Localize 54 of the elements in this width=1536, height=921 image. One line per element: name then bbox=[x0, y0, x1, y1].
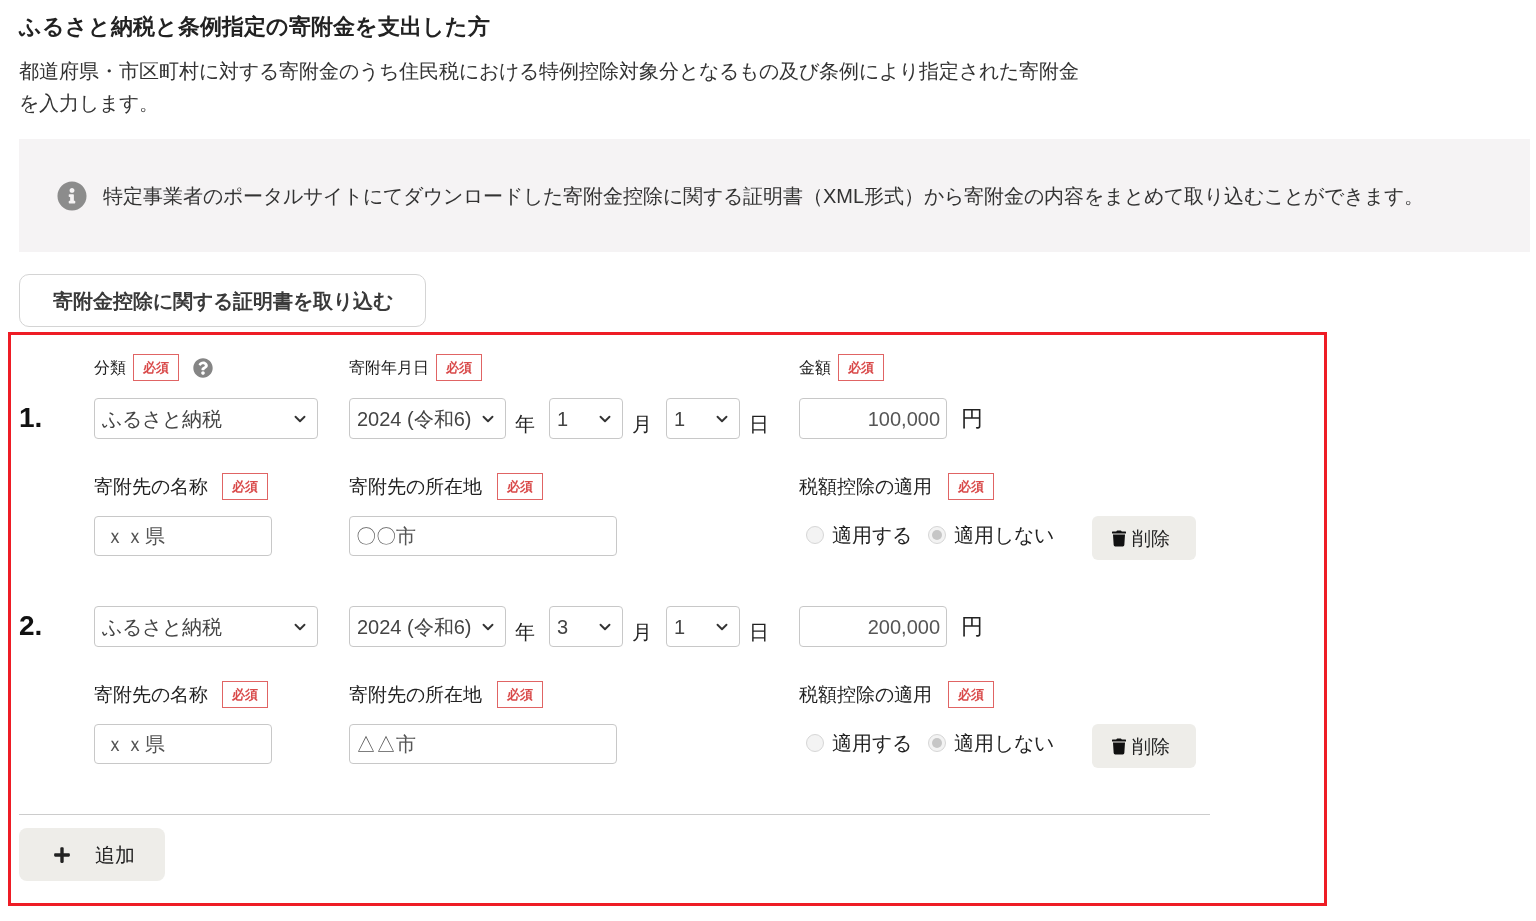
required-badge: 必須 bbox=[838, 354, 884, 381]
required-badge: 必須 bbox=[222, 473, 268, 500]
plus-icon bbox=[53, 845, 71, 864]
day-select[interactable]: 1 bbox=[666, 606, 740, 647]
unit-label: 月 bbox=[632, 619, 652, 642]
required-badge: 必須 bbox=[948, 473, 994, 500]
required-badge: 必須 bbox=[948, 681, 994, 708]
field-label: 寄附先の所在地 bbox=[349, 477, 482, 496]
required-badge: 必須 bbox=[133, 354, 179, 381]
help-icon[interactable] bbox=[193, 357, 213, 378]
trash-icon bbox=[1112, 529, 1126, 547]
add-button[interactable]: 追加 bbox=[19, 828, 165, 881]
unit-label: 年 bbox=[515, 411, 535, 434]
delete-button[interactable]: 削除 bbox=[1092, 724, 1196, 768]
month-select[interactable]: 1 bbox=[549, 398, 623, 439]
required-badge: 必須 bbox=[497, 473, 543, 500]
category-select[interactable]: ふるさと納税 bbox=[94, 398, 318, 439]
column-label: 金額 bbox=[799, 359, 831, 376]
delete-button[interactable]: 削除 bbox=[1092, 516, 1196, 560]
required-badge: 必須 bbox=[222, 681, 268, 708]
unit-label: 日 bbox=[749, 619, 769, 642]
field-label: 寄附先の所在地 bbox=[349, 685, 482, 704]
required-badge: 必須 bbox=[497, 681, 543, 708]
column-label: 分類 bbox=[94, 359, 126, 376]
required-badge: 必須 bbox=[436, 354, 482, 381]
page-heading: ふるさと納税と条例指定の寄附金を支出した方 bbox=[19, 13, 491, 41]
info-icon bbox=[57, 180, 87, 211]
unit-label: 年 bbox=[515, 619, 535, 642]
currency-label: 円 bbox=[961, 615, 983, 638]
category-select[interactable]: ふるさと納税 bbox=[94, 606, 318, 647]
currency-label: 円 bbox=[961, 407, 983, 430]
location-input[interactable]: 〇〇市 bbox=[349, 516, 617, 556]
amount-input[interactable]: 100,000 bbox=[799, 398, 947, 439]
trash-icon bbox=[1112, 737, 1126, 755]
field-label: 寄附先の名称 bbox=[94, 477, 208, 496]
unit-label: 月 bbox=[632, 411, 652, 434]
description-text: 都道府県・市区町村に対する寄附金のうち住民税における特例控除対象分となるもの及び条例により指定された寄附金を入力します。 bbox=[19, 59, 1080, 116]
day-select[interactable]: 1 bbox=[666, 398, 740, 439]
import-button[interactable]: 寄附金控除に関する証明書を取り込む bbox=[19, 274, 426, 327]
column-label: 寄附年月日 bbox=[349, 359, 429, 376]
amount-input[interactable]: 200,000 bbox=[799, 606, 947, 647]
field-label: 寄附先の名称 bbox=[94, 685, 208, 704]
record-number: 1. bbox=[19, 401, 43, 433]
info-text: 特定事業者のポータルサイトにてダウンロードした寄附金控除に関する証明書（XML形式）から寄附金の内容をまとめて取り込むことができます。 bbox=[103, 185, 1425, 206]
record-number: 2. bbox=[19, 609, 43, 641]
field-label: 税額控除の適用 bbox=[799, 477, 932, 496]
month-select[interactable]: 3 bbox=[549, 606, 623, 647]
unit-label: 日 bbox=[749, 411, 769, 434]
name-input[interactable]: ｘｘ県 bbox=[94, 724, 272, 764]
field-label: 税額控除の適用 bbox=[799, 685, 932, 704]
location-input[interactable]: △△市 bbox=[349, 724, 617, 764]
name-input[interactable]: ｘｘ県 bbox=[94, 516, 272, 556]
year-select[interactable]: 2024 (令和6) bbox=[349, 398, 506, 439]
year-select[interactable]: 2024 (令和6) bbox=[349, 606, 506, 647]
